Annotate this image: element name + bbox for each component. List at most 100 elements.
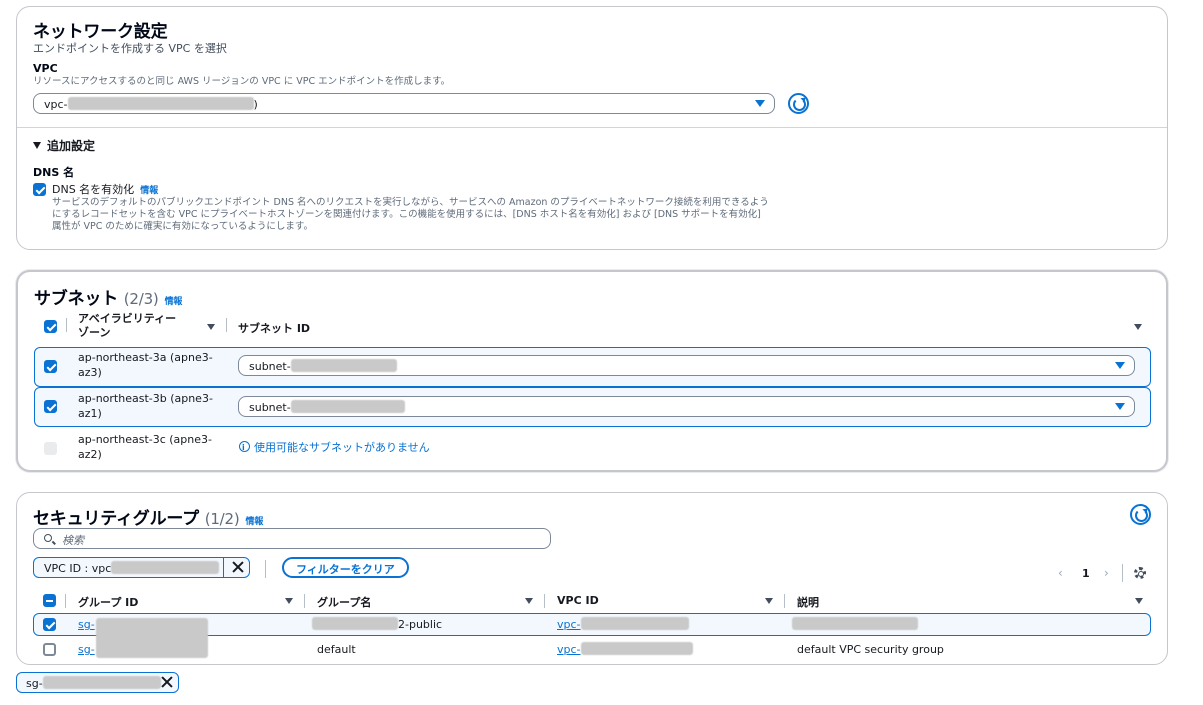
subnets-title-text: サブネット (34, 289, 118, 309)
vpc-filter-token[interactable]: VPC ID : vpc (33, 557, 250, 578)
subnet-row-checkbox[interactable] (44, 400, 57, 413)
dns-checkbox[interactable] (33, 183, 46, 196)
col-header-group-id: グループ ID (78, 596, 139, 609)
caret-down-icon (1115, 362, 1125, 369)
subnet-row-az: ap-northeast-3a (apne3- az3) (78, 350, 213, 380)
col-header-group-name: グループ名 (317, 596, 372, 609)
column-separator (784, 594, 785, 608)
group-id-link[interactable]: sg- (78, 617, 95, 632)
col-header-vpc-id: VPC ID (557, 594, 599, 607)
row-checkbox[interactable] (43, 643, 56, 656)
current-page[interactable]: 1 (1082, 567, 1090, 580)
subnet-row-checkbox-disabled (44, 442, 57, 455)
redacted-vpc (67, 97, 254, 110)
vpc-id-link[interactable]: vpc- (557, 642, 693, 657)
security-search-input[interactable]: 検索 (33, 528, 551, 549)
redacted-group-ids (96, 618, 208, 658)
subnet-select[interactable]: subnet- (238, 396, 1135, 417)
redacted-group-name (312, 617, 398, 630)
preferences-gear-icon[interactable] (1134, 567, 1146, 579)
group-id-text[interactable]: sg- (78, 643, 95, 656)
az-line-2: az2) (78, 448, 102, 461)
group-id-text[interactable]: sg- (78, 618, 95, 631)
no-subnet-message: 使用可能なサブネットがありません (239, 440, 430, 455)
column-separator (65, 594, 66, 608)
token-divider (223, 558, 224, 577)
selected-token-label: sg- (26, 677, 43, 690)
no-subnet-text: 使用可能なサブネットがありません (254, 441, 430, 454)
subnet-select[interactable]: subnet- (238, 355, 1135, 376)
sort-description-icon[interactable] (1135, 598, 1143, 604)
subnets-info-link[interactable]: 情報 (165, 297, 183, 307)
security-info-link[interactable]: 情報 (246, 517, 264, 527)
row-checkbox[interactable] (43, 618, 56, 631)
search-placeholder: 検索 (62, 534, 84, 547)
column-separator (226, 318, 227, 332)
description-cell: default VPC security group (797, 643, 944, 656)
dns-desc-line-2: にするレコードセットを含む VPC にプライベートホストゾーンを関連付けます。こ… (52, 209, 761, 220)
dns-label: DNS 名 (33, 166, 75, 179)
col-header-az-line-2: ゾーン (78, 326, 111, 339)
subnet-row-checkbox[interactable] (44, 360, 57, 373)
clear-filter-button[interactable]: フィルターをクリア (282, 557, 409, 578)
refresh-security-groups-icon[interactable] (1130, 504, 1151, 525)
col-header-az: アベイラビリティー ゾーン (78, 312, 176, 340)
sort-vpc-id-icon[interactable] (765, 598, 773, 604)
dns-info-link[interactable]: 情報 (140, 186, 158, 196)
az-line-1: ap-northeast-3c (apne3- (78, 433, 212, 446)
subnets-count: (2/3) (123, 290, 159, 308)
refresh-vpc-icon[interactable] (788, 93, 809, 114)
additional-settings-toggle[interactable]: 追加設定 (33, 137, 95, 154)
col-header-az-line-1: アベイラビリティー (78, 312, 177, 325)
security-title-text: セキュリティグループ (33, 509, 199, 529)
remove-filter-icon[interactable] (232, 561, 244, 573)
vpc-select[interactable]: vpc-) (33, 93, 775, 114)
group-id-link[interactable]: sg- (78, 642, 95, 657)
remove-security-group-icon[interactable] (161, 676, 173, 688)
vpc-value-suffix: ) (253, 98, 258, 111)
filter-token-label: VPC ID : vpc (44, 562, 112, 575)
network-settings-panel: ネットワーク設定 エンドポイントを作成する VPC を選択 VPC リソースにア… (16, 6, 1168, 250)
caret-down-icon (755, 100, 765, 107)
subnets-panel: サブネット (2/3) 情報 アベイラビリティー ゾーン サブネット ID ap-… (16, 270, 1168, 472)
description-cell (792, 617, 918, 632)
prev-page-icon[interactable]: ‹ (1058, 566, 1063, 580)
security-count: (1/2) (204, 510, 240, 528)
az-line-1: ap-northeast-3a (apne3- (78, 351, 213, 364)
col-header-subnet-id: サブネット ID (238, 322, 311, 335)
info-circle-icon (239, 440, 250, 455)
sort-subnet-icon[interactable] (1134, 324, 1142, 330)
select-all-security-groups-checkbox[interactable] (43, 594, 56, 607)
additional-settings-label: 追加設定 (47, 139, 96, 153)
subnet-value-prefix: subnet- (249, 401, 291, 414)
toolbar-separator (265, 560, 266, 578)
sort-group-name-icon[interactable] (525, 598, 533, 604)
column-separator (304, 594, 305, 608)
select-all-subnets-checkbox[interactable] (44, 320, 57, 333)
az-line-2: az3) (78, 366, 102, 379)
search-icon (44, 534, 52, 542)
caret-down-icon (1115, 403, 1125, 410)
az-line-2: az1) (78, 407, 102, 420)
dns-desc-line-1: サービスのデフォルトのパブリックエンドポイント DNS 名へのリクエストを実行し… (52, 197, 769, 208)
security-title: セキュリティグループ (1/2) 情報 (33, 504, 263, 529)
sort-group-id-icon[interactable] (285, 598, 293, 604)
vpc-id-text[interactable]: vpc- (557, 618, 581, 631)
next-page-icon[interactable]: › (1104, 566, 1109, 580)
vpc-id-link[interactable]: vpc- (557, 617, 689, 632)
redacted-description (792, 617, 918, 630)
sort-az-icon[interactable] (207, 324, 215, 330)
group-name-cell: 2-public (312, 617, 442, 632)
selected-security-group-token[interactable]: sg- (16, 672, 179, 693)
dns-checkbox-text: DNS 名を有効化 (52, 183, 135, 196)
selected-token-text: sg- (26, 676, 161, 690)
network-title: ネットワーク設定 (33, 22, 168, 42)
redacted-vpc (580, 642, 693, 655)
toolbar-separator (1122, 564, 1123, 582)
column-separator (544, 594, 545, 608)
az-line-1: ap-northeast-3b (apne3- (78, 392, 213, 405)
subnet-row-az: ap-northeast-3b (apne3- az1) (78, 391, 213, 421)
vpc-id-text[interactable]: vpc- (557, 643, 581, 656)
triangle-down-icon (33, 142, 41, 149)
divider (17, 127, 1167, 128)
